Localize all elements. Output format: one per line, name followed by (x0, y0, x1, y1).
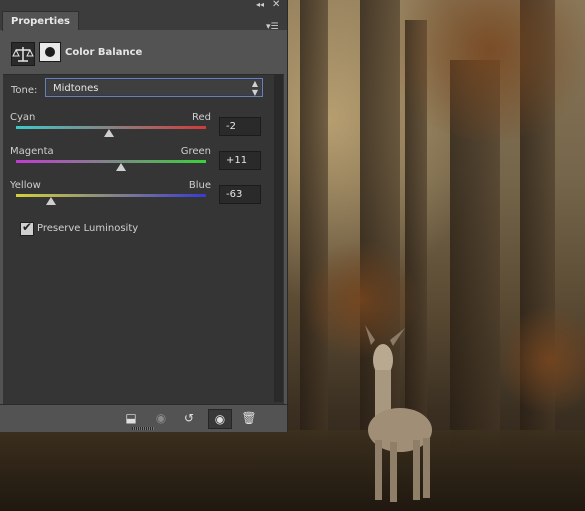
slider-right-label: Red (192, 112, 211, 123)
slider-value-input[interactable]: +11 (219, 151, 261, 170)
slider-left-label: Magenta (10, 146, 54, 157)
slider-value-input[interactable]: -2 (219, 117, 261, 136)
clip-to-layer-icon[interactable]: ⬓ (120, 409, 142, 427)
tree-trunk (300, 0, 328, 440)
toggle-visibility-icon[interactable]: ◉ (208, 409, 232, 429)
view-previous-state-icon[interactable]: ◉ (150, 409, 172, 427)
scrollbar[interactable] (274, 74, 283, 402)
adjustment-header: Color Balance (3, 30, 284, 75)
foliage (500, 300, 585, 420)
slider-value-input[interactable]: -63 (219, 185, 261, 204)
deer-figure (365, 325, 432, 502)
reset-icon[interactable]: ↺ (178, 409, 200, 427)
slider-left-label: Cyan (10, 112, 36, 123)
slider-track[interactable] (16, 160, 206, 163)
delete-icon[interactable]: 🗑 (238, 409, 260, 427)
slider-track[interactable] (16, 194, 206, 197)
checkmark-icon: ✔ (22, 220, 33, 234)
preserve-luminosity-label: Preserve Luminosity (37, 223, 139, 234)
preserve-luminosity-checkbox[interactable]: ✔ (20, 220, 34, 236)
slider-thumb[interactable] (46, 197, 57, 205)
panel-footer: ⬓ ◉ ↺ ◉ 🗑 (0, 404, 287, 432)
tone-selected-value: Midtones (53, 83, 99, 94)
tone-dropdown[interactable]: Midtones ▲ ▼ (45, 78, 263, 97)
slider-thumb[interactable] (116, 163, 127, 171)
slider-right-label: Blue (188, 180, 211, 191)
panel-title-strip (0, 0, 287, 8)
resize-grip[interactable] (132, 427, 154, 430)
tone-label: Tone: (11, 85, 38, 96)
layer-mask-icon[interactable] (39, 42, 61, 62)
slider-thumb[interactable] (104, 129, 115, 137)
forest-ground (0, 430, 585, 511)
tab-properties[interactable]: Properties (2, 11, 79, 31)
properties-panel: ◂◂ ✕ Properties ▾☰ Color Balance Tone: M… (0, 0, 288, 432)
chevron-updown-icon: ▲ ▼ (251, 79, 258, 97)
slider-right-label: Green (180, 146, 211, 157)
adjustment-title: Color Balance (65, 47, 143, 58)
panel-content: Color Balance Tone: Midtones ▲ ▼ Cyan Red… (3, 30, 284, 404)
balance-scale-icon[interactable] (11, 42, 35, 66)
slider-left-label: Yellow (10, 180, 41, 191)
